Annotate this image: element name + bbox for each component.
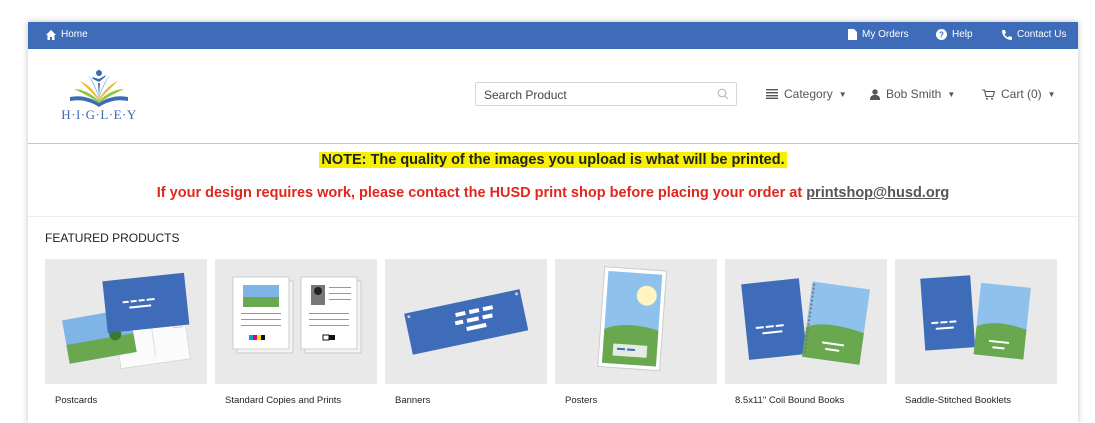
cart-icon <box>982 88 995 100</box>
help-label: Help <box>952 29 973 40</box>
chevron-down-icon: ▼ <box>947 89 956 99</box>
featured-products-heading: FEATURED PRODUCTS <box>45 231 180 245</box>
product-name: Saddle-Stitched Booklets <box>905 395 1012 406</box>
featured-products-grid: Postcards Standard Copies and Prints Ban… <box>45 259 1075 423</box>
product-card[interactable]: Standard Copies and Prints <box>215 259 377 423</box>
copies-icon <box>215 259 377 384</box>
section-divider <box>28 216 1078 217</box>
product-card[interactable]: 8.5x11" Coil Bound Books <box>725 259 887 423</box>
site-header: H·I·G·L·E·Y Category ▼ Bob Smith ▼ Cart … <box>28 49 1078 143</box>
svg-text:?: ? <box>939 31 944 40</box>
user-name-label: Bob Smith <box>886 87 942 101</box>
book-tree-logo-icon <box>70 70 128 107</box>
header-divider <box>28 143 1078 144</box>
user-dropdown[interactable]: Bob Smith ▼ <box>870 87 955 101</box>
product-card[interactable]: Saddle-Stitched Booklets <box>895 259 1057 423</box>
category-label: Category <box>784 87 833 101</box>
help-icon: ? <box>936 29 947 40</box>
list-icon <box>766 89 778 99</box>
home-link[interactable]: Home <box>46 29 88 40</box>
top-nav-bar: Home My Orders ? Help Contact Us <box>28 22 1078 49</box>
chevron-down-icon: ▼ <box>1047 89 1056 99</box>
product-name: Banners <box>395 395 431 406</box>
document-icon <box>848 29 857 40</box>
chevron-down-icon: ▼ <box>838 89 847 99</box>
phone-icon <box>1002 29 1012 40</box>
printshop-email-link[interactable]: printshop@husd.org <box>806 185 949 201</box>
my-orders-link[interactable]: My Orders <box>848 29 909 40</box>
help-link[interactable]: ? Help <box>936 29 973 40</box>
design-warning-text: If your design requires work, please con… <box>156 185 803 201</box>
search-input[interactable] <box>482 87 706 103</box>
product-name: 8.5x11" Coil Bound Books <box>735 395 845 406</box>
cart-label: Cart (0) <box>1001 87 1042 101</box>
search-box[interactable] <box>475 82 737 106</box>
poster-icon <box>555 259 717 384</box>
brand-name: H·I·G·L·E·Y <box>61 107 137 122</box>
quality-note-text: NOTE: The quality of the images you uplo… <box>319 152 787 168</box>
brand-logo[interactable]: H·I·G·L·E·Y <box>58 63 140 125</box>
user-icon <box>870 88 880 100</box>
booklet-icon <box>895 259 1057 384</box>
product-name: Posters <box>565 395 598 406</box>
design-warning: If your design requires work, please con… <box>28 185 1078 201</box>
home-icon <box>46 29 56 40</box>
contact-us-label: Contact Us <box>1017 29 1067 40</box>
my-orders-label: My Orders <box>862 29 909 40</box>
product-card[interactable]: Banners <box>385 259 547 423</box>
quality-note: NOTE: The quality of the images you uplo… <box>28 152 1078 168</box>
product-name: Standard Copies and Prints <box>225 395 342 406</box>
contact-us-link[interactable]: Contact Us <box>1002 29 1066 40</box>
home-label: Home <box>61 29 88 40</box>
category-dropdown[interactable]: Category ▼ <box>766 87 847 101</box>
product-name: Postcards <box>55 395 98 406</box>
postcard-icon <box>45 259 207 384</box>
page-frame: Home My Orders ? Help Contact Us H·I·G·L… <box>28 22 1078 423</box>
cart-dropdown[interactable]: Cart (0) ▼ <box>982 87 1056 101</box>
banner-icon <box>385 259 547 384</box>
coil-book-icon <box>725 259 887 384</box>
product-card[interactable]: Postcards <box>45 259 207 423</box>
search-icon[interactable] <box>717 87 729 105</box>
product-card[interactable]: Posters <box>555 259 717 423</box>
